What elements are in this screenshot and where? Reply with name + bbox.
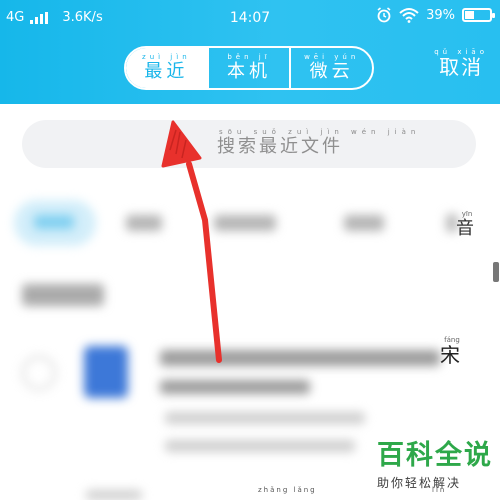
tab-recent-label: 最近 bbox=[144, 61, 189, 82]
header-bar: 4G 3.6K/s 14:07 39% zuì jìn 最近 běn jī 本机… bbox=[0, 0, 500, 104]
file-type-icon bbox=[84, 346, 128, 398]
category-audio-pinyin: yīn bbox=[461, 210, 473, 218]
category-tab-2[interactable] bbox=[126, 215, 162, 231]
next-item-icon bbox=[86, 490, 142, 500]
cancel-label: 取消 bbox=[439, 55, 484, 79]
status-right: 39% bbox=[376, 7, 495, 23]
watermark-subtitle: 助你轻松解决 bbox=[377, 476, 462, 490]
next-item-pinyin-1-text: zhǎng lǎng bbox=[258, 486, 317, 494]
search-placeholder-pinyin: sōu suǒ zuì jìn wén jiàn bbox=[219, 128, 421, 136]
status-bar: 4G 3.6K/s 14:07 39% bbox=[0, 0, 500, 36]
cancel-button[interactable]: qǔ xiāo 取消 bbox=[434, 48, 488, 78]
tab-local[interactable]: běn jī 本机 bbox=[206, 48, 290, 88]
battery-fill bbox=[465, 11, 474, 19]
category-tab-all-label bbox=[34, 215, 74, 229]
battery-percent: 39% bbox=[426, 7, 455, 23]
file-name-line-2 bbox=[160, 380, 310, 394]
scrollbar-thumb[interactable] bbox=[493, 262, 499, 282]
watermark-title: 百科全说 bbox=[377, 440, 493, 471]
tab-recent-pinyin: zuì jìn bbox=[142, 53, 191, 61]
tab-local-label: 本机 bbox=[227, 61, 271, 82]
tab-recent[interactable]: zuì jìn 最近 bbox=[126, 48, 207, 88]
category-tab-4[interactable] bbox=[344, 215, 384, 231]
category-audio-label: 音 bbox=[456, 218, 478, 239]
file-meta-line bbox=[165, 412, 365, 424]
next-item-pinyin-1: zhǎng lǎng bbox=[258, 486, 317, 494]
battery-icon bbox=[462, 8, 495, 22]
wifi-icon bbox=[399, 8, 419, 23]
tab-weiyun-pinyin: wēi yún bbox=[304, 53, 360, 61]
alarm-icon bbox=[377, 7, 391, 23]
search-placeholder: sōu suǒ zuì jìn wén jiàn 搜索最近文件 bbox=[217, 128, 420, 158]
search-icon bbox=[166, 139, 186, 158]
file-name-partial-char: fáng 宋 bbox=[440, 336, 464, 366]
tab-local-pinyin: běn jī bbox=[227, 53, 271, 61]
select-radio[interactable] bbox=[22, 356, 56, 390]
tab-weiyun[interactable]: wēi yún 微云 bbox=[289, 48, 372, 88]
search-bar[interactable]: sōu suǒ zuì jìn wén jiàn 搜索最近文件 bbox=[22, 120, 476, 168]
watermark-logo: 百科全说 助你轻松解决 bbox=[377, 440, 493, 491]
file-meta-line-2 bbox=[165, 440, 355, 452]
category-tab-3[interactable] bbox=[214, 215, 276, 231]
category-tab-audio[interactable]: yīn 音 bbox=[456, 210, 478, 240]
search-placeholder-text: 搜索最近文件 bbox=[217, 136, 343, 157]
source-segmented-control: zuì jìn 最近 běn jī 本机 wēi yún 微云 bbox=[124, 46, 374, 90]
tab-weiyun-label: 微云 bbox=[309, 61, 354, 82]
list-group-header[interactable] bbox=[22, 284, 104, 306]
file-name-line bbox=[160, 350, 440, 366]
partial-char-label: 宋 bbox=[440, 343, 464, 367]
